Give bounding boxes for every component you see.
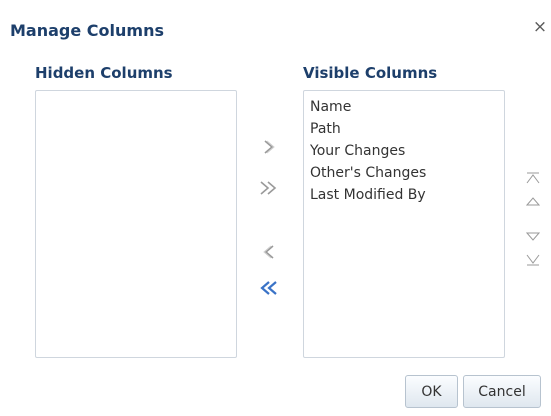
move-selected-left-icon bbox=[263, 245, 274, 259]
visible-columns-list[interactable]: Name Path Your Changes Other's Changes L… bbox=[303, 90, 505, 358]
move-selected-right-icon bbox=[264, 140, 275, 154]
move-all-right-icon bbox=[260, 181, 277, 195]
cancel-button[interactable]: Cancel bbox=[463, 375, 541, 408]
move-to-top-icon bbox=[526, 172, 540, 184]
list-item-name[interactable]: Name bbox=[304, 96, 504, 118]
ok-button[interactable]: OK bbox=[405, 375, 458, 408]
dialog-title: Manage Columns bbox=[10, 21, 164, 40]
close-icon[interactable]: × bbox=[532, 18, 548, 36]
list-item-your-changes[interactable]: Your Changes bbox=[304, 140, 504, 162]
hidden-columns-list[interactable] bbox=[35, 90, 237, 358]
manage-columns-dialog: Manage Columns × Hidden Columns Visible … bbox=[0, 0, 551, 416]
move-down-button[interactable] bbox=[523, 228, 543, 246]
move-up-icon bbox=[526, 197, 540, 206]
move-down-icon bbox=[526, 232, 540, 241]
list-item-path[interactable]: Path bbox=[304, 118, 504, 140]
move-to-bottom-icon bbox=[526, 254, 540, 266]
hidden-columns-header: Hidden Columns bbox=[35, 64, 173, 82]
visible-columns-header: Visible Columns bbox=[303, 64, 438, 82]
move-all-left-button[interactable] bbox=[257, 276, 281, 300]
list-item-last-modified-by[interactable]: Last Modified By bbox=[304, 184, 504, 206]
move-all-left-icon bbox=[260, 281, 277, 295]
move-to-bottom-button[interactable] bbox=[523, 251, 543, 269]
move-all-right-button[interactable] bbox=[257, 176, 281, 200]
list-item-others-changes[interactable]: Other's Changes bbox=[304, 162, 504, 184]
move-to-top-button[interactable] bbox=[523, 169, 543, 187]
move-up-button[interactable] bbox=[523, 192, 543, 210]
move-selected-right-button[interactable] bbox=[257, 135, 281, 159]
move-selected-left-button[interactable] bbox=[257, 240, 281, 264]
